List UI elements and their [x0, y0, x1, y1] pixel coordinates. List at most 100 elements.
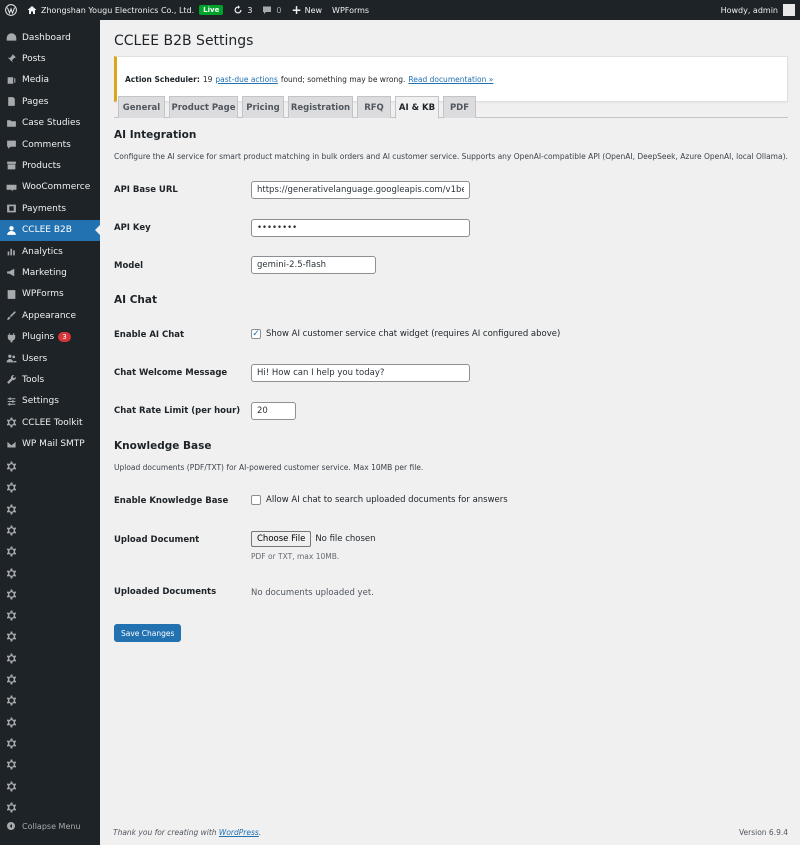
wpforms-adminbar-link[interactable]: WPForms [327, 0, 374, 20]
page-title: CCLEE B2B Settings [114, 33, 254, 49]
model-label: Model [114, 261, 144, 271]
sidebar-item-cclee-b2b[interactable]: CCLEE B2B [0, 219, 100, 241]
sidebar-item-appearance[interactable]: Appearance [0, 305, 100, 326]
plugins-update-badge: 3 [58, 332, 71, 343]
wordpress-logo-icon[interactable] [0, 0, 22, 20]
sidebar-item-label: Case Studies [22, 118, 81, 129]
save-changes-button[interactable]: Save Changes [114, 624, 182, 642]
gear-icon[interactable] [0, 563, 22, 584]
model-input[interactable] [251, 256, 376, 274]
sidebar-item-pages[interactable]: Pages [0, 91, 100, 112]
comments-count: 0 [276, 5, 282, 15]
ai-chat-heading: AI Chat [114, 294, 157, 306]
sidebar-item-tools[interactable]: Tools [0, 369, 100, 390]
tab-pdf[interactable]: PDF [443, 96, 476, 118]
gear-icon[interactable] [0, 520, 22, 541]
past-due-actions-link[interactable]: past-due actions [215, 75, 277, 84]
enable-kb-text: Allow AI chat to search uploaded documen… [266, 495, 508, 505]
gear-icon[interactable] [0, 541, 22, 562]
tab-product-page[interactable]: Product Page [169, 96, 238, 118]
gear-icon[interactable] [0, 477, 22, 498]
enable-kb-checkbox[interactable] [251, 495, 261, 505]
collapse-arrow-icon [0, 821, 22, 831]
gear-icon[interactable] [0, 733, 22, 754]
sidebar-item-label: Pages [22, 96, 49, 107]
pin-icon [0, 48, 22, 69]
read-documentation-link[interactable]: Read documentation » [408, 75, 493, 84]
sidebar-item-dashboard[interactable]: Dashboard [0, 27, 100, 48]
sidebar-item-products[interactable]: Products [0, 155, 100, 176]
sidebar-item-settings[interactable]: Settings [0, 391, 100, 412]
footer-period: . [258, 828, 262, 837]
comments-link[interactable]: 0 [257, 0, 286, 20]
sidebar-item-wp-mail-smtp[interactable]: WP Mail SMTP [0, 434, 100, 455]
sidebar-item-label: Products [22, 160, 61, 171]
sidebar-item-label: Appearance [22, 310, 77, 321]
sidebar-item-woocommerce[interactable]: WooCommerce [0, 177, 100, 198]
enable-ai-chat-label: Enable AI Chat [114, 330, 185, 340]
sidebar-item-posts[interactable]: Posts [0, 48, 100, 69]
sidebar-item-media[interactable]: Media [0, 70, 100, 91]
users-icon [0, 348, 22, 369]
tab-ai-kb[interactable]: AI & KB [395, 96, 439, 119]
comment-bubble-icon [263, 6, 272, 14]
sidebar-item-analytics[interactable]: Analytics [0, 241, 100, 262]
chart-icon [0, 241, 22, 262]
gear-icon[interactable] [0, 584, 22, 605]
new-content-link[interactable]: + New [287, 0, 328, 20]
sidebar-item-label: Comments [22, 139, 71, 150]
wrench-icon [0, 369, 22, 390]
gear-icon[interactable] [0, 690, 22, 711]
gear-icon[interactable] [0, 456, 22, 477]
tab-general[interactable]: General [118, 96, 165, 118]
sidebar-item-comments[interactable]: Comments [0, 134, 100, 155]
footer-thanks-text: Thank you for creating with [113, 828, 217, 837]
sidebar-item-label: Media [22, 75, 50, 86]
gear-icon[interactable] [0, 648, 22, 669]
gear-icon[interactable] [0, 776, 22, 797]
gear-icon[interactable] [0, 626, 22, 647]
chat-rate-limit-input[interactable] [251, 402, 296, 420]
sidebar-item-cclee-toolkit[interactable]: CCLEE Toolkit [0, 412, 100, 433]
tab-rfq[interactable]: RFQ [357, 96, 391, 118]
choose-file-button[interactable]: Choose File [251, 531, 312, 547]
sidebar-item-label: Marketing [22, 267, 67, 278]
wordpress-link[interactable]: WordPress [219, 828, 259, 837]
gear-icon[interactable] [0, 499, 22, 520]
sidebar-item-label: Tools [22, 374, 45, 385]
dashboard-icon [0, 27, 22, 48]
api-key-input[interactable] [251, 219, 470, 237]
gear-icon[interactable] [0, 797, 22, 818]
gear-icon[interactable] [0, 669, 22, 690]
tab-registration[interactable]: Registration [288, 96, 353, 118]
sidebar-item-label: Settings [22, 396, 59, 407]
sidebar-item-plugins[interactable]: Plugins 3 [0, 327, 100, 348]
sidebar-item-wpforms[interactable]: WPForms [0, 284, 100, 305]
updates-link[interactable]: 3 [228, 0, 257, 20]
sidebar-item-label: CCLEE B2B [22, 225, 72, 236]
api-base-url-input[interactable] [251, 181, 470, 199]
pages-icon [0, 91, 22, 112]
site-name-link[interactable]: Zhongshan Yougu Electronics Co., Ltd. Li… [22, 0, 228, 20]
settings-icon [0, 391, 22, 412]
chat-welcome-input[interactable] [251, 364, 470, 382]
sidebar-item-marketing[interactable]: Marketing [0, 262, 100, 283]
gear-icon[interactable] [0, 712, 22, 733]
tab-pricing[interactable]: Pricing [242, 96, 284, 118]
gear-icon[interactable] [0, 754, 22, 775]
sidebar-item-payments[interactable]: Payments [0, 198, 100, 219]
admin-bar: Zhongshan Yougu Electronics Co., Ltd. Li… [0, 0, 800, 20]
my-account-link[interactable]: Howdy, admin [716, 0, 800, 20]
sidebar-item-label: Plugins [22, 332, 55, 343]
collapse-menu-button[interactable]: Collapse Menu [0, 816, 100, 836]
sidebar-item-users[interactable]: Users [0, 348, 100, 369]
gear-icon[interactable] [0, 605, 22, 626]
notice-text: found; something may be wrong. [280, 74, 406, 84]
plugin-icon [0, 327, 22, 348]
sidebar-item-case-studies[interactable]: Case Studies [0, 113, 100, 134]
enable-ai-chat-checkbox[interactable]: ✓ [251, 329, 261, 339]
enable-ai-chat-text: Show AI customer service chat widget (re… [266, 329, 561, 339]
folder-icon [0, 113, 22, 134]
woo-icon [0, 177, 22, 198]
sidebar-item-label: WooCommerce [22, 182, 91, 193]
